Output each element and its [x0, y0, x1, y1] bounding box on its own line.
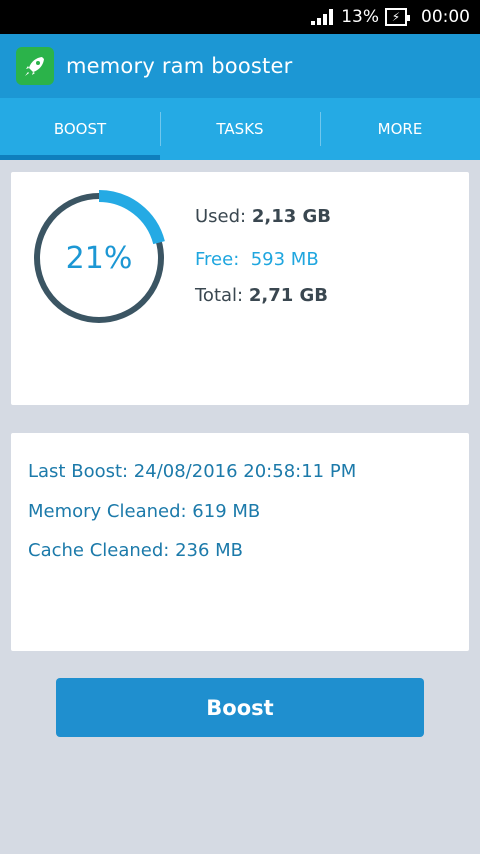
battery-charging-icon: ⚡ [385, 8, 410, 26]
battery-percent: 13% [341, 7, 379, 27]
total-row: Total: 2,71 GB [195, 285, 328, 306]
tab-more[interactable]: MORE [320, 98, 480, 160]
app-title: memory ram booster [66, 54, 293, 78]
used-value: 2,13 GB [251, 206, 332, 227]
total-label: Total: [195, 285, 244, 306]
used-label: Used: [195, 206, 247, 227]
total-value: 2,71 GB [248, 285, 329, 306]
last-boost-text: Last Boost: 24/08/2016 20:58:11 PM [28, 461, 357, 482]
rocket-glyph [25, 57, 44, 76]
cache-cleaned-text: Cache Cleaned: 236 MB [28, 540, 244, 561]
clock: 00:00 [421, 7, 470, 27]
tab-tasks[interactable]: TASKS [160, 98, 320, 160]
memory-cleaned-text: Memory Cleaned: 619 MB [28, 501, 261, 522]
tab-boost[interactable]: BOOST [0, 98, 160, 160]
used-row: Used: 2,13 GB [195, 206, 331, 227]
free-row: Free: 593 MB [195, 249, 319, 270]
signal-icon [311, 9, 334, 25]
app-bar: memory ram booster [0, 34, 480, 98]
tab-bar: BOOST TASKS MORE [0, 98, 480, 160]
memory-percent: 21% [65, 240, 133, 276]
status-bar: 13% ⚡ 00:00 [0, 0, 480, 34]
boost-stats-card: Last Boost: 24/08/2016 20:58:11 PM Memor… [11, 433, 469, 651]
rocket-icon [16, 47, 54, 85]
memory-card: 21% Used: 2,13 GB Free: 593 MB Total: 2,… [11, 172, 469, 405]
free-label: Free: [195, 249, 240, 270]
boost-button[interactable]: Boost [56, 678, 424, 737]
free-value: 593 MB [250, 249, 319, 270]
